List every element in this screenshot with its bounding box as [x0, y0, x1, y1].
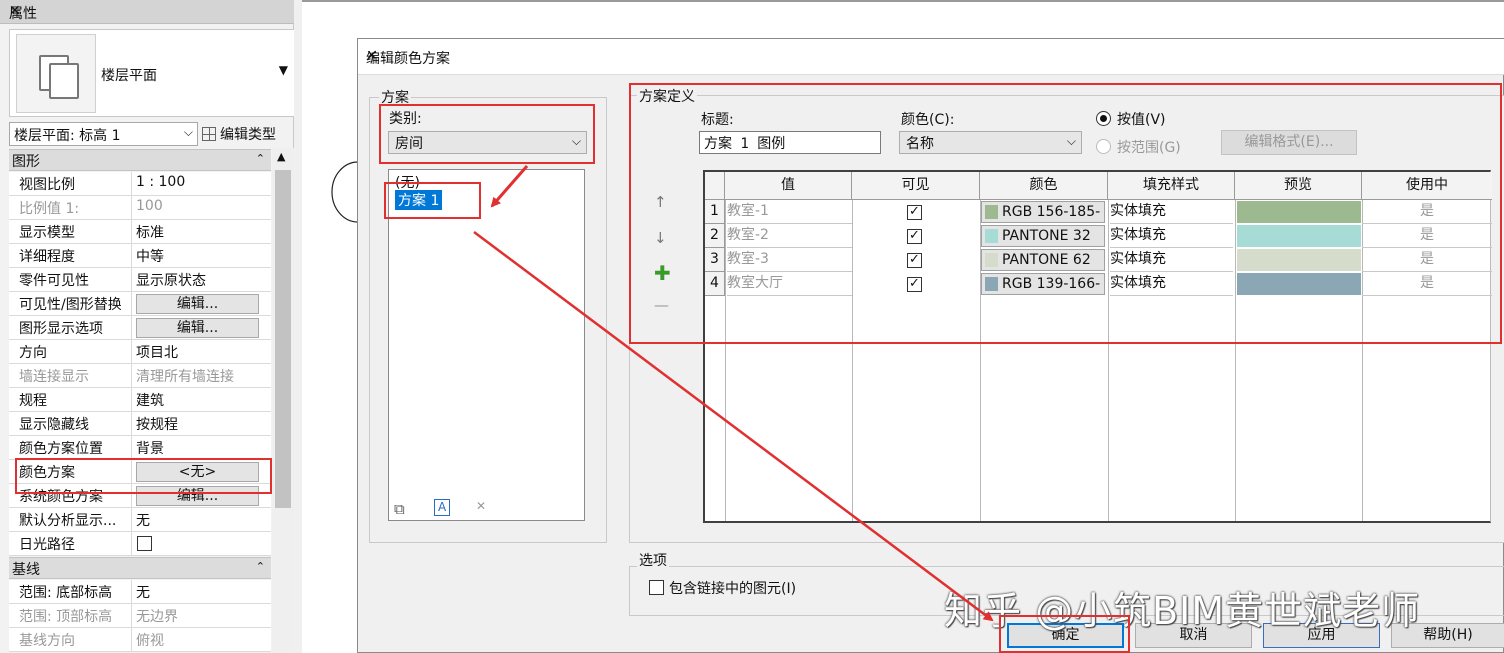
annotation-arrows: [473, 165, 994, 622]
